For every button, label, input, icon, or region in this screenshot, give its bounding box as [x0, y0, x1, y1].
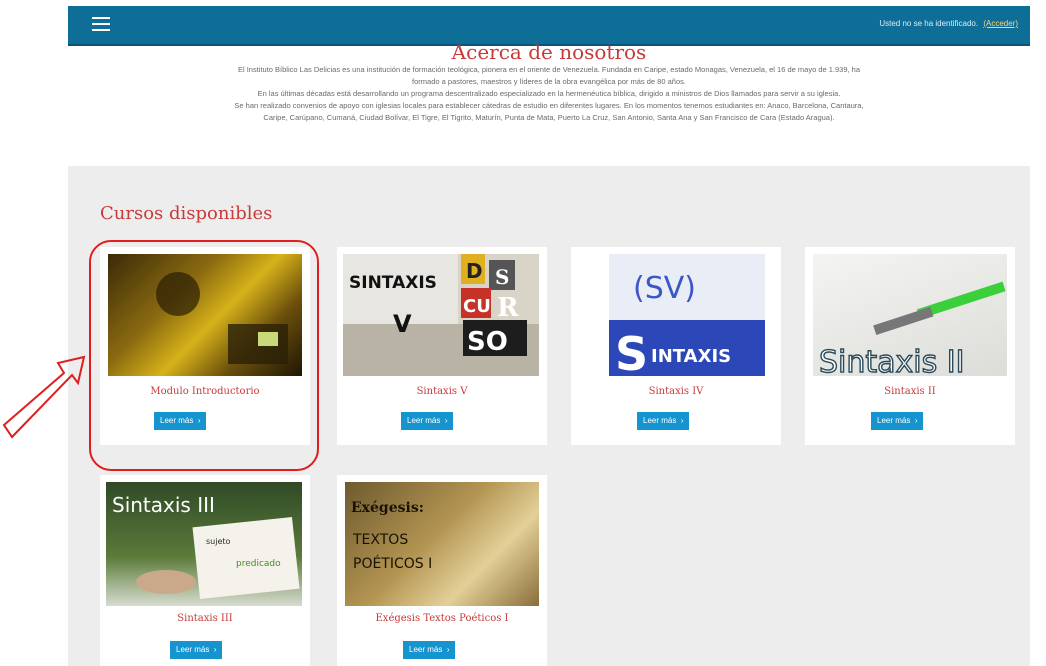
read-more-button[interactable]: Leer más ›	[637, 412, 690, 430]
chevron-right-icon: ›	[444, 645, 450, 654]
svg-text:R: R	[497, 293, 519, 323]
course-thumbnail[interactable]: SINTAXIS V D S CU R SO	[343, 254, 539, 376]
about-line: En las últimas décadas está desarrolland…	[257, 89, 841, 98]
course-thumbnail[interactable]: Sintaxis III sujeto predicado	[106, 482, 302, 606]
courses-title: Cursos disponibles	[100, 203, 273, 224]
read-more-button[interactable]: Leer más ›	[403, 641, 456, 659]
course-name[interactable]: Exégesis Textos Poéticos I	[337, 613, 547, 624]
read-more-button[interactable]: Leer más ›	[170, 641, 223, 659]
course-card-sintaxis-ii[interactable]: Sintaxis II Sintaxis II Leer más ›	[805, 247, 1015, 445]
highlight-annotation	[89, 240, 319, 471]
svg-text:predicado: predicado	[236, 559, 281, 569]
course-thumbnail[interactable]: Sintaxis II	[813, 254, 1007, 376]
svg-text:S: S	[615, 327, 648, 376]
read-more-label: Leer más	[407, 416, 441, 425]
course-thumbnail[interactable]: (SV) S INTAXIS	[609, 254, 765, 376]
sintaxis-ii-illustration: Sintaxis II	[818, 281, 1006, 376]
course-name[interactable]: Sintaxis IV	[571, 386, 781, 397]
read-more-button[interactable]: Leer más ›	[401, 412, 454, 430]
login-status: Usted no se ha identificado. (Acceder)	[879, 19, 1018, 28]
svg-text:SINTAXIS: SINTAXIS	[349, 273, 437, 293]
annotation-arrow-icon	[2, 355, 86, 439]
svg-text:Exégesis:: Exégesis:	[351, 500, 424, 516]
svg-text:V: V	[393, 310, 412, 338]
chevron-right-icon: ›	[678, 416, 684, 425]
course-card-sintaxis-iii[interactable]: Sintaxis III sujeto predicado Sintaxis I…	[100, 475, 310, 666]
svg-text:POÉTICOS I: POÉTICOS I	[353, 555, 432, 572]
chevron-right-icon: ›	[442, 416, 448, 425]
svg-text:(SV): (SV)	[633, 271, 696, 306]
svg-text:CU: CU	[463, 296, 491, 317]
course-name[interactable]: Sintaxis V	[337, 386, 547, 397]
course-thumbnail[interactable]: Exégesis: TEXTOS POÉTICOS I	[345, 482, 539, 606]
course-card-sintaxis-iv[interactable]: (SV) S INTAXIS Sintaxis IV Leer más ›	[571, 247, 781, 445]
about-title: Acerca de nosotros	[451, 40, 647, 64]
read-more-button[interactable]: Leer más ›	[871, 412, 924, 430]
course-name[interactable]: Sintaxis II	[805, 386, 1015, 397]
login-link[interactable]: (Acceder)	[983, 19, 1018, 28]
about-line: Se han realizado convenios de apoyo con …	[234, 101, 864, 110]
chevron-right-icon: ›	[211, 645, 217, 654]
svg-text:D: D	[466, 259, 483, 283]
read-more-label: Leer más	[643, 416, 677, 425]
course-card-sintaxis-v[interactable]: SINTAXIS V D S CU R SO Sintaxis V Leer m…	[337, 247, 547, 445]
read-more-label: Leer más	[176, 645, 210, 654]
course-card-exegesis-textos-poeticos[interactable]: Exégesis: TEXTOS POÉTICOS I Exégesis Tex…	[337, 475, 547, 666]
svg-text:Sintaxis III: Sintaxis III	[112, 493, 215, 517]
about-line: Caripe, Carúpano, Cumaná, Ciudad Bolívar…	[263, 113, 835, 122]
svg-text:TEXTOS: TEXTOS	[352, 532, 408, 548]
chevron-right-icon: ›	[912, 416, 918, 425]
exegesis-illustration: Exégesis: TEXTOS POÉTICOS I	[351, 500, 432, 572]
about-section: Acerca de nosotros El Instituto Bíblico …	[68, 40, 1030, 124]
read-more-label: Leer más	[877, 416, 911, 425]
svg-text:sujeto: sujeto	[206, 537, 231, 546]
about-line: formado a pastores, maestros y líderes d…	[412, 77, 686, 86]
course-name[interactable]: Sintaxis III	[100, 613, 310, 624]
read-more-label: Leer más	[409, 645, 443, 654]
svg-text:Sintaxis II: Sintaxis II	[819, 345, 965, 376]
svg-text:INTAXIS: INTAXIS	[651, 346, 731, 367]
menu-icon[interactable]	[92, 17, 110, 31]
sintaxis-iv-illustration: (SV) S INTAXIS	[609, 271, 765, 376]
about-line: El Instituto Bíblico Las Delicias es una…	[237, 65, 861, 74]
svg-text:SO: SO	[467, 327, 508, 357]
svg-text:S: S	[495, 265, 509, 289]
login-status-text: Usted no se ha identificado.	[879, 19, 979, 28]
sintaxis-v-illustration: SINTAXIS V D S CU R SO	[343, 254, 539, 376]
sintaxis-iii-illustration: Sintaxis III sujeto predicado	[112, 493, 300, 600]
